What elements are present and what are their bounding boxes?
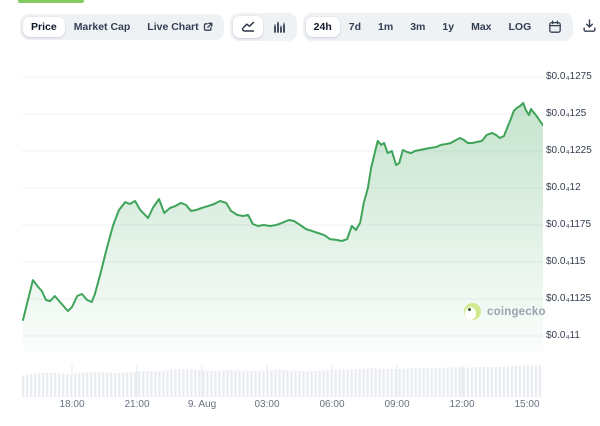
range-1y-button[interactable]: 1y	[434, 17, 462, 37]
x-axis-label: 06:00	[304, 399, 360, 410]
calendar-icon	[548, 20, 562, 34]
y-axis-label: $0.0₄125	[546, 108, 600, 120]
top-accent-bar	[18, 0, 84, 3]
coingecko-chart-widget: Price Market Cap Live Chart	[0, 0, 600, 426]
range-7d-label: 7d	[349, 21, 361, 33]
tab-live-chart[interactable]: Live Chart	[139, 17, 220, 37]
range-24h-label: 24h	[314, 21, 332, 33]
line-chart-icon	[241, 20, 255, 34]
volume-navigator-svg	[22, 361, 543, 398]
x-axis-label: 12:00	[434, 399, 490, 410]
range-max-button[interactable]: Max	[463, 17, 499, 37]
download-icon	[582, 18, 597, 36]
range-selector-group: 24h 7d 1m 3m 1y Max LOG	[303, 13, 574, 41]
chart-toolbar: Price Market Cap Live Chart	[20, 13, 600, 41]
y-axis-label: $0.0₄1275	[546, 71, 600, 83]
range-1m-button[interactable]: 1m	[370, 17, 401, 37]
range-max-label: Max	[471, 21, 491, 33]
tab-market-cap-label: Market Cap	[74, 21, 131, 33]
external-link-icon	[203, 22, 213, 32]
chart-type-group	[230, 13, 297, 41]
x-axis-label: 21:00	[109, 399, 165, 410]
range-24h-button[interactable]: 24h	[306, 17, 340, 37]
y-axis-label: $0.0₄1175	[546, 219, 600, 231]
coingecko-logo-icon	[464, 303, 481, 320]
y-axis-label: $0.0₄12	[546, 182, 600, 194]
x-axis-label: 18:00	[44, 399, 100, 410]
range-1m-label: 1m	[378, 21, 393, 33]
range-7d-button[interactable]: 7d	[341, 17, 369, 37]
x-axis-label: 9. Aug	[174, 399, 230, 410]
y-axis-label: $0.0₄1225	[546, 145, 600, 157]
line-chart-button[interactable]	[233, 16, 263, 38]
y-axis-label: $0.0₄11	[546, 330, 600, 342]
x-axis-label: 03:00	[239, 399, 295, 410]
tab-price[interactable]: Price	[23, 17, 65, 37]
range-3m-button[interactable]: 3m	[402, 17, 433, 37]
tab-live-chart-label: Live Chart	[147, 21, 198, 33]
candlestick-chart-button[interactable]	[264, 16, 294, 38]
y-axis-label: $0.0₄115	[546, 256, 600, 268]
y-axis-label: $0.0₄1125	[546, 293, 600, 305]
view-tab-group: Price Market Cap Live Chart	[20, 14, 224, 40]
coingecko-watermark-label: coingecko	[487, 306, 546, 318]
range-1y-label: 1y	[442, 21, 454, 33]
tab-price-label: Price	[31, 21, 57, 33]
log-scale-button[interactable]: LOG	[501, 17, 540, 37]
tab-market-cap[interactable]: Market Cap	[66, 17, 139, 37]
range-3m-label: 3m	[410, 21, 425, 33]
x-axis-label: 15:00	[499, 399, 555, 410]
coingecko-watermark: coingecko	[464, 303, 546, 320]
calendar-button[interactable]	[540, 16, 570, 38]
candlestick-chart-icon	[272, 20, 286, 34]
log-scale-label: LOG	[509, 21, 532, 33]
download-button[interactable]	[579, 15, 600, 39]
x-axis-label: 09:00	[369, 399, 425, 410]
